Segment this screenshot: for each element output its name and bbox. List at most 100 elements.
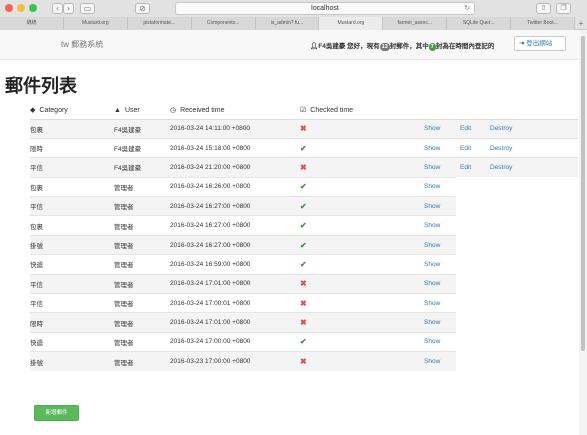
destroy-link[interactable]: Destroy	[490, 125, 512, 132]
new-tab-icon[interactable]: +	[575, 17, 587, 30]
table-row: 包裹 管理者 2016-03-24 16:27:00 +0800 ✔ Show	[30, 215, 578, 236]
checkmark-icon: ✔	[300, 201, 307, 211]
destroy-link[interactable]: Destroy	[490, 145, 512, 152]
destroy-link[interactable]: Destroy	[490, 164, 512, 171]
edit-cell	[456, 235, 486, 254]
checkmark-icon: ✔	[300, 337, 307, 347]
show-link[interactable]: Show	[424, 222, 440, 229]
destroy-cell	[486, 216, 578, 235]
user-cell: 管理者	[110, 196, 166, 216]
col-category-header: ◆ Category	[30, 102, 110, 120]
destroy-cell	[486, 235, 578, 254]
show-link[interactable]: Show	[424, 203, 440, 210]
checkmark-icon: ✔	[300, 182, 307, 192]
edit-cell	[456, 216, 486, 235]
back-icon[interactable]: ‹	[52, 3, 63, 14]
table-row: 限時 F4吳建豪 2016-03-24 15:18:00 +0800 ✔ Show Edi…	[30, 137, 578, 158]
user-cell: F4吳建豪	[110, 137, 166, 158]
show-link[interactable]: Show	[424, 300, 440, 307]
col-checked-label: Checked time	[310, 107, 354, 115]
checked-cell: ✖	[296, 312, 420, 333]
category-cell: 掛號	[30, 234, 110, 255]
address-bar[interactable]: localhost ↻	[175, 2, 475, 15]
edit-cell	[456, 255, 486, 274]
category-cell: 包裹	[30, 118, 110, 139]
checked-cell: ✔	[296, 176, 420, 197]
browser-tab[interactable]: Twitter Boot...	[511, 17, 576, 30]
received-time-cell: 2016-03-24 17:01:00 +0800	[166, 312, 296, 333]
show-link[interactable]: Show	[424, 183, 440, 190]
received-time-cell: 2016-03-24 16:26:00 +0800	[166, 176, 296, 197]
sidebar-icon[interactable]: ▭	[80, 3, 95, 14]
checked-cell: ✔	[296, 331, 420, 352]
cross-icon: ✖	[300, 318, 307, 328]
tabs-overview-icon[interactable]: ❐	[556, 3, 571, 14]
checked-cell: ✖	[296, 157, 420, 178]
received-time-cell: 2016-03-24 16:27:00 +0800	[166, 215, 296, 236]
table-row: 掛號 管理者 2016-03-23 17:00:00 +0800 ✖ Show	[30, 351, 578, 372]
table-header-row: ◆ Category ▲ User ◷ Received time ☑ Checked …	[30, 102, 578, 120]
forward-icon[interactable]: ›	[63, 3, 74, 14]
edit-link[interactable]: Edit	[460, 125, 471, 132]
new-mail-button[interactable]: 新增郵件	[34, 405, 79, 421]
user-cell: 管理者	[110, 331, 166, 352]
show-link[interactable]: Show	[424, 338, 440, 345]
logout-button[interactable]: ⇥ 登出網站	[514, 36, 566, 51]
browser-titlebar: ‹ › ▭ ⊘ localhost ↻ ⇧ ❐	[0, 0, 587, 17]
recent-count-badge: 7	[428, 43, 436, 51]
show-link[interactable]: Show	[424, 242, 440, 249]
show-link[interactable]: Show	[424, 125, 440, 132]
checkmark-icon: ✔	[300, 259, 307, 269]
browser-tab[interactable]: Mustard.org	[63, 17, 128, 30]
page-scrollbar[interactable]	[579, 30, 587, 435]
edit-cell: Edit	[456, 137, 486, 158]
user-cell: 管理者	[110, 254, 166, 275]
show-link[interactable]: Show	[424, 164, 440, 171]
table-row: 平信 管理者 2016-03-24 16:27:00 +0800 ✔ Show	[30, 196, 578, 216]
destroy-cell: Destroy	[486, 157, 578, 178]
browser-tab[interactable]: farmer_assoc...	[383, 17, 448, 30]
browser-tab[interactable]: Mustard.org	[319, 17, 384, 30]
browser-tab[interactable]: 總統	[0, 17, 64, 30]
zoom-window-icon[interactable]	[29, 4, 37, 12]
browser-tab[interactable]: Components...	[191, 17, 256, 30]
table-row: 快遞 管理者 2016-03-24 17:00:00 +0800 ✔ Show	[30, 331, 578, 352]
received-time-cell: 2016-03-23 17:00:00 +0800	[166, 351, 296, 372]
category-cell: 平信	[30, 273, 110, 294]
edit-link[interactable]: Edit	[460, 164, 471, 171]
show-cell: Show	[420, 273, 456, 294]
col-checked-header: ☑ Checked time	[296, 102, 420, 120]
col-show-header	[420, 102, 456, 120]
greeting-mid: 封郵件，其中	[389, 43, 429, 50]
received-time-cell: 2016-03-24 17:00:01 +0800	[166, 293, 296, 313]
mail-count-badge: 13	[379, 43, 390, 51]
privacy-icon[interactable]: ⊘	[135, 3, 150, 14]
edit-link[interactable]: Edit	[460, 145, 471, 152]
browser-tab[interactable]: pistaformate...	[127, 17, 192, 30]
reload-icon[interactable]: ↻	[464, 3, 470, 14]
show-link[interactable]: Show	[424, 319, 440, 326]
user-icon: ▲	[114, 106, 121, 114]
browser-tab[interactable]: is_admin? fu...	[255, 17, 320, 30]
edit-cell: Edit	[456, 157, 486, 178]
show-link[interactable]: Show	[424, 280, 440, 287]
checked-cell: ✖	[296, 273, 420, 294]
show-link[interactable]: Show	[424, 358, 440, 365]
browser-tab[interactable]: SQLite Quer...	[447, 17, 512, 30]
check-square-icon: ☑	[300, 107, 307, 115]
category-cell: 限時	[30, 312, 110, 333]
minimize-window-icon[interactable]	[17, 4, 25, 12]
show-link[interactable]: Show	[424, 261, 440, 268]
greeting-suffix: 封為在時間內登記的	[435, 43, 495, 50]
scrollbar-thumb[interactable]	[581, 36, 585, 351]
show-link[interactable]: Show	[424, 145, 440, 152]
cross-icon: ✖	[300, 162, 307, 172]
close-window-icon[interactable]	[5, 4, 13, 12]
col-received-label: Received time	[180, 107, 225, 115]
brand-link[interactable]: tw 郵務系統	[61, 39, 103, 50]
checked-cell: ✔	[296, 215, 420, 236]
destroy-cell	[486, 197, 578, 216]
user-cell: 管理者	[110, 312, 166, 333]
checked-cell: ✔	[296, 234, 420, 255]
share-icon[interactable]: ⇧	[536, 3, 551, 14]
